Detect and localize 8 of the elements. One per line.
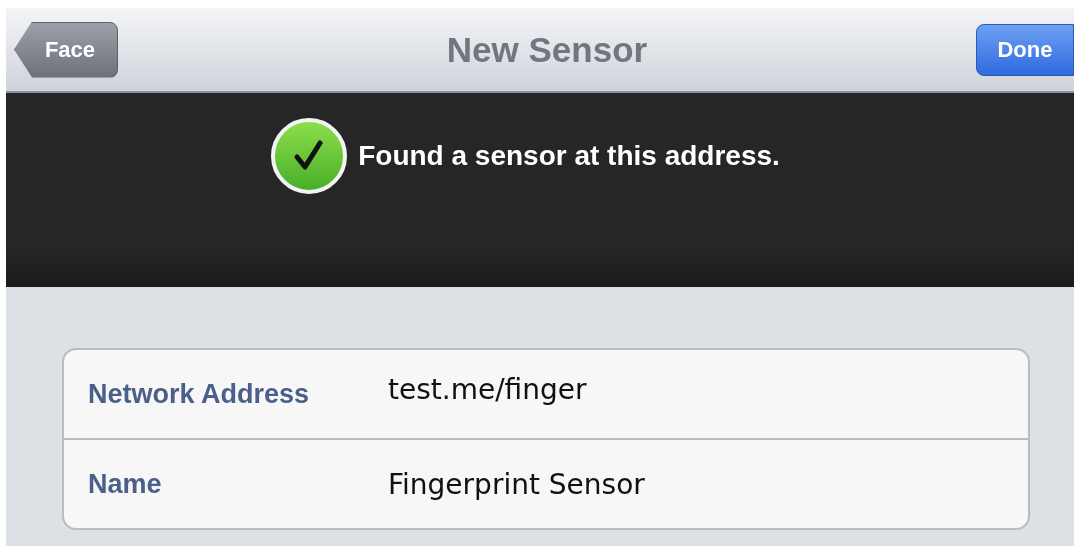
input-field[interactable]: test.me/finger <box>388 372 1028 406</box>
input-field[interactable]: Fingerprint Sensor <box>388 467 1028 501</box>
field-label: Network Address <box>87 378 311 410</box>
back-button[interactable]: Face <box>14 21 118 78</box>
status-message: Found a sensor at this address. <box>358 140 780 172</box>
screen-title: New Sensor <box>446 29 648 70</box>
done-button[interactable]: Done <box>976 23 1074 76</box>
field-label: Name <box>87 468 163 500</box>
